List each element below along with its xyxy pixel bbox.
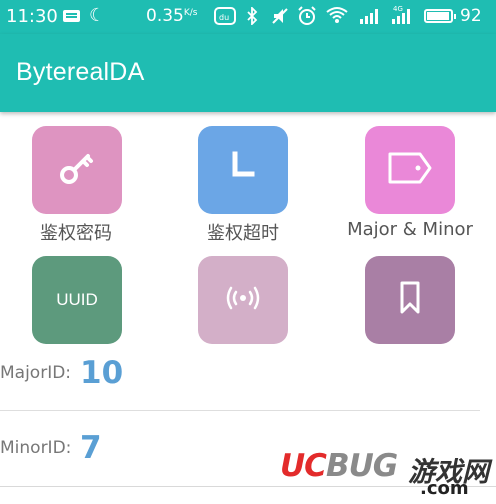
key-icon	[57, 148, 97, 192]
mute-icon	[271, 7, 289, 29]
broadcast-icon	[223, 283, 263, 317]
du-app-icon: du	[214, 7, 236, 29]
uuid-text-icon: UUID	[56, 290, 98, 309]
network-speed: 0.35K/s	[146, 6, 197, 26]
network-speed-value: 0.35	[146, 6, 184, 26]
signal-4g-icon	[392, 9, 414, 24]
auth-timeout-label: 鉴权超时	[207, 223, 279, 244]
tag-icon	[386, 148, 434, 192]
moon-icon: ☾	[89, 5, 106, 26]
major-minor-tile[interactable]	[365, 126, 455, 214]
battery-icon	[424, 9, 456, 23]
watermark-brand-uc: UC	[280, 448, 327, 484]
keyboard-icon	[63, 10, 80, 22]
watermark: UCBUG 游戏网 .com	[280, 448, 496, 504]
svg-text:du: du	[219, 13, 229, 22]
alarm-icon	[297, 6, 317, 30]
status-time: 11:30	[6, 6, 58, 27]
major-id-label: MajorID:	[0, 363, 72, 383]
auth-password-label: 鉴权密码	[40, 223, 112, 244]
uuid-tile[interactable]: UUID	[32, 256, 122, 344]
network-speed-unit: K/s	[183, 8, 198, 18]
wifi-icon	[326, 6, 348, 24]
bookmark-icon	[398, 280, 422, 320]
watermark-brand-bug: BUG	[325, 448, 398, 484]
minor-id-label: MinorID:	[0, 438, 72, 458]
divider	[0, 410, 480, 411]
watermark-domain: .com	[420, 478, 469, 499]
auth-password-tile[interactable]	[32, 126, 122, 214]
broadcast-tile[interactable]	[198, 256, 288, 344]
signal-icon	[360, 9, 382, 24]
clock-hand-icon	[225, 150, 261, 190]
bluetooth-icon	[246, 5, 258, 29]
app-bar: ByterealDA	[0, 34, 496, 112]
app-title: ByterealDA	[16, 58, 145, 86]
watermark-brand: UCBUG	[280, 448, 398, 484]
auth-timeout-tile[interactable]	[198, 126, 288, 214]
major-id-value: 10	[80, 355, 124, 391]
battery-level: 92	[460, 6, 482, 26]
minor-id-value: 7	[80, 430, 102, 466]
major-minor-label: Major & Minor	[347, 219, 473, 240]
status-bar: 11:30 ☾ 0.35K/s du 4G 92	[0, 0, 496, 34]
bookmark-tile[interactable]	[365, 256, 455, 344]
